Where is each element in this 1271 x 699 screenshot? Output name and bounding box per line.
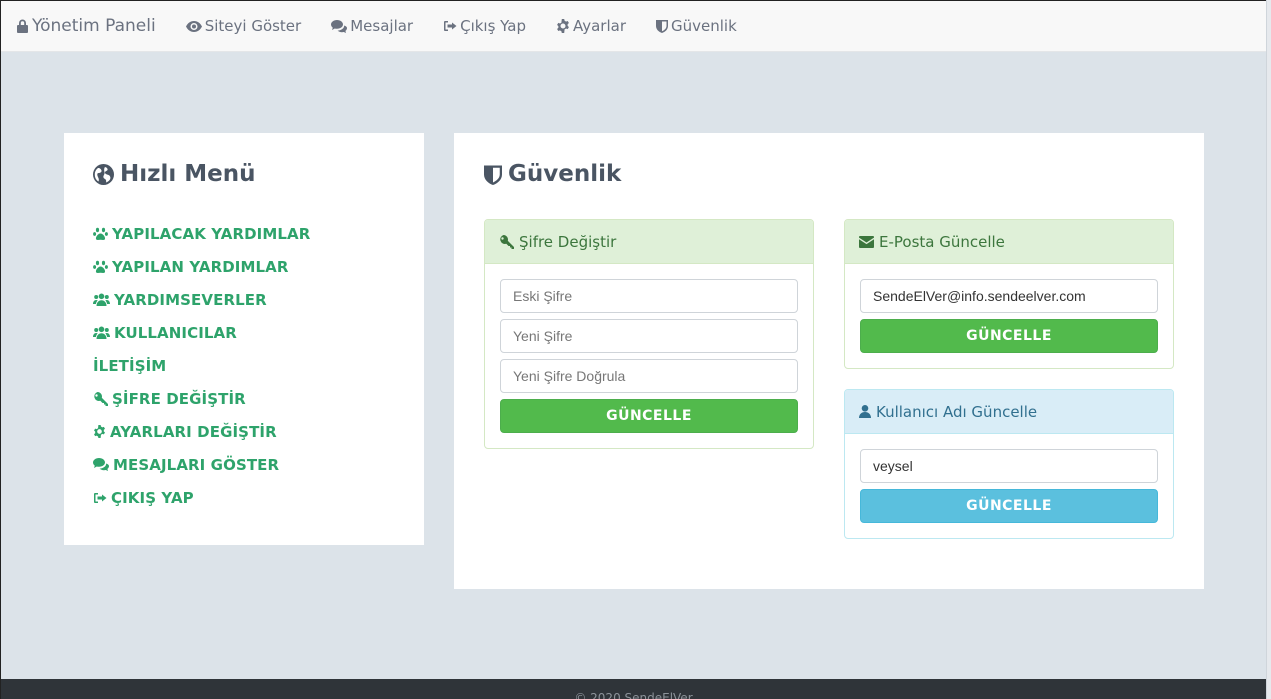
menu-item-label: YAPILACAK YARDIMLAR — [112, 224, 311, 243]
security-panel: Güvenlik Şifre Değiştir GÜNCELLE E-Posta… — [454, 133, 1204, 589]
update-username-header: Kullanıcı Adı Güncelle — [845, 390, 1173, 434]
update-username-button[interactable]: GÜNCELLE — [860, 489, 1158, 523]
change-password-title: Şifre Değiştir — [519, 232, 617, 251]
brand-label: Yönetim Paneli — [32, 16, 156, 36]
nav-messages-label: Mesajlar — [350, 17, 414, 35]
menu-item-label: ÇIKIŞ YAP — [111, 488, 194, 507]
quick-menu-title: Hızlı Menü — [93, 161, 395, 187]
nav-security-label: Güvenlik — [671, 17, 737, 35]
menu-item-show-messages[interactable]: MESAJLARI GÖSTER — [93, 448, 395, 481]
email-input[interactable] — [860, 279, 1158, 313]
shield-icon — [484, 164, 502, 185]
eye-icon — [185, 20, 202, 32]
nav-messages[interactable]: Mesajlar — [331, 17, 413, 35]
username-input[interactable] — [860, 449, 1158, 483]
new-password-input[interactable] — [500, 319, 798, 353]
menu-item-label: İLETİŞİM — [93, 356, 167, 375]
envelope-icon — [859, 235, 874, 248]
update-username-card: Kullanıcı Adı Güncelle GÜNCELLE — [844, 389, 1174, 539]
security-title-text: Güvenlik — [508, 161, 622, 187]
nav-security[interactable]: Güvenlik — [656, 17, 737, 35]
users-icon — [93, 293, 110, 306]
update-password-button[interactable]: GÜNCELLE — [500, 399, 798, 433]
menu-item-pending-aid[interactable]: YAPILACAK YARDIMLAR — [93, 217, 395, 250]
nav-view-site[interactable]: Siteyi Göster — [185, 17, 302, 35]
change-password-body: GÜNCELLE — [485, 264, 813, 448]
menu-item-label: AYARLARI DEĞİŞTİR — [110, 422, 277, 441]
sign-out-icon — [93, 492, 107, 504]
menu-item-donors[interactable]: YARDIMSEVERLER — [93, 283, 395, 316]
update-email-button[interactable]: GÜNCELLE — [860, 319, 1158, 353]
update-username-body: GÜNCELLE — [845, 434, 1173, 538]
menu-item-logout[interactable]: ÇIKIŞ YAP — [93, 481, 395, 514]
menu-item-label: YAPILAN YARDIMLAR — [112, 257, 289, 276]
old-password-input[interactable] — [500, 279, 798, 313]
gear-icon — [556, 19, 570, 33]
nav-logout-label: Çıkış Yap — [460, 17, 526, 35]
update-email-card: E-Posta Güncelle GÜNCELLE — [844, 219, 1174, 369]
globe-icon — [93, 163, 114, 185]
update-email-body: GÜNCELLE — [845, 264, 1173, 368]
footer: © 2020 SendeElVer — [1, 679, 1266, 699]
comments-icon — [331, 19, 348, 33]
quick-menu-title-text: Hızlı Menü — [120, 161, 256, 187]
key-icon — [93, 391, 108, 406]
update-email-header: E-Posta Güncelle — [845, 220, 1173, 264]
footer-text: © 2020 SendeElVer — [574, 691, 693, 699]
gear-icon — [93, 425, 106, 438]
quick-menu-list: YAPILACAK YARDIMLAR YAPILAN YARDIMLAR YA… — [93, 217, 395, 514]
nav-settings-label: Ayarlar — [572, 17, 626, 35]
update-email-title: E-Posta Güncelle — [879, 232, 1005, 251]
menu-item-done-aid[interactable]: YAPILAN YARDIMLAR — [93, 250, 395, 283]
user-icon — [859, 405, 871, 418]
change-password-card: Şifre Değiştir GÜNCELLE — [484, 219, 814, 449]
menu-item-label: MESAJLARI GÖSTER — [113, 455, 280, 474]
brand-link[interactable]: Yönetim Paneli — [17, 16, 156, 36]
menu-item-contact[interactable]: İLETİŞİM — [93, 349, 395, 382]
menu-item-label: YARDIMSEVERLER — [114, 290, 267, 309]
nav-logout[interactable]: Çıkış Yap — [443, 17, 526, 35]
top-navbar: Yönetim Paneli Siteyi Göster Mesajlar Çı… — [1, 1, 1266, 52]
nav-settings[interactable]: Ayarlar — [556, 17, 626, 35]
quick-menu-panel: Hızlı Menü YAPILACAK YARDIMLAR YAPILAN Y… — [64, 133, 424, 545]
shield-icon — [656, 19, 668, 33]
users-icon — [93, 326, 110, 339]
confirm-password-input[interactable] — [500, 359, 798, 393]
security-title: Güvenlik — [484, 161, 1174, 187]
menu-item-label: ŞİFRE DEĞİŞTİR — [112, 389, 246, 408]
lock-icon — [17, 19, 28, 33]
paw-icon — [93, 260, 108, 274]
sign-out-icon — [443, 20, 457, 32]
change-password-header: Şifre Değiştir — [485, 220, 813, 264]
menu-item-users[interactable]: KULLANICILAR — [93, 316, 395, 349]
menu-item-change-password[interactable]: ŞİFRE DEĞİŞTİR — [93, 382, 395, 415]
key-icon — [499, 234, 514, 249]
paw-icon — [93, 227, 108, 241]
update-username-title: Kullanıcı Adı Güncelle — [876, 402, 1038, 421]
menu-item-label: KULLANICILAR — [114, 323, 237, 342]
nav-view-site-label: Siteyi Göster — [204, 17, 302, 35]
comments-icon — [93, 458, 109, 471]
menu-item-change-settings[interactable]: AYARLARI DEĞİŞTİR — [93, 415, 395, 448]
